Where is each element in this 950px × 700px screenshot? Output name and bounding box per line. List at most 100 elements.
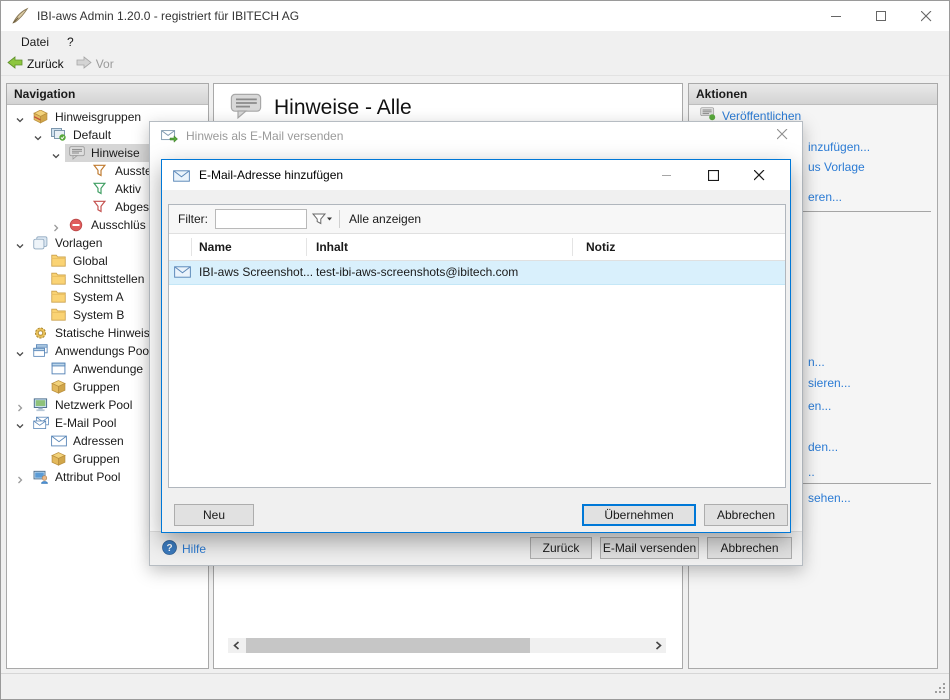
chevron-down-icon[interactable] <box>15 346 25 356</box>
folder-icon <box>51 308 67 322</box>
scroll-right-icon[interactable] <box>650 638 666 653</box>
action-duplizieren[interactable]: eren... <box>808 190 842 204</box>
close-button[interactable] <box>904 1 949 31</box>
scrollbar-track[interactable] <box>244 638 650 653</box>
envelope-send-icon <box>161 130 178 143</box>
action-link-1[interactable]: n... <box>808 355 825 369</box>
application-icon <box>51 362 67 376</box>
new-button[interactable]: Neu <box>174 504 254 526</box>
show-all-toggle[interactable]: Alle anzeigen <box>349 212 421 226</box>
action-link-3[interactable]: en... <box>808 399 831 413</box>
column-divider <box>191 238 192 256</box>
chevron-right-icon[interactable] <box>15 472 25 482</box>
action-link-2[interactable]: sieren... <box>808 376 851 390</box>
notice-bubble-icon <box>69 146 85 160</box>
navigation-header: Navigation <box>7 84 208 105</box>
column-divider <box>572 238 573 256</box>
column-divider <box>306 238 307 256</box>
chevron-right-icon[interactable] <box>15 400 25 410</box>
filter-divider <box>339 210 340 228</box>
minimize-button[interactable] <box>814 1 859 31</box>
apply-button[interactable]: Übernehmen <box>582 504 696 526</box>
envelope-icon <box>173 169 190 181</box>
static-notice-icon <box>33 326 49 340</box>
chevron-down-icon[interactable] <box>51 148 61 158</box>
funnel-orange-icon <box>93 164 109 178</box>
filter-bar: Filter: Alle anzeigen <box>169 205 785 234</box>
column-header-name[interactable]: Name <box>199 240 232 254</box>
attribute-pool-icon <box>33 470 49 484</box>
menu-help[interactable]: ? <box>58 35 83 49</box>
cancel-send-button[interactable]: Abbrechen <box>707 537 792 559</box>
add-dialog-title-bar: E-Mail-Adresse hinzufügen <box>162 160 790 190</box>
menu-datei[interactable]: Datei <box>1 35 58 49</box>
arrow-left-icon <box>7 56 23 72</box>
send-dialog-title: Hinweis als E-Mail versenden <box>186 129 343 143</box>
minimize-icon[interactable] <box>644 160 690 190</box>
app-window: IBI-aws Admin 1.20.0 - registriert für I… <box>0 0 950 700</box>
table-header: Name Inhalt Notiz <box>169 234 785 261</box>
folder-icon <box>51 290 67 304</box>
action-link-4[interactable]: den... <box>808 440 838 454</box>
add-dialog-title: E-Mail-Adresse hinzufügen <box>199 168 644 182</box>
chevron-right-icon[interactable] <box>51 220 61 230</box>
folder-icon <box>51 254 67 268</box>
filter-input[interactable] <box>215 209 307 229</box>
notice-bubble-icon <box>230 93 262 117</box>
close-icon[interactable] <box>736 160 782 190</box>
envelope-icon <box>174 266 191 278</box>
folder-icon <box>51 272 67 286</box>
arrow-right-icon <box>76 56 92 72</box>
chevron-down-icon[interactable] <box>15 238 25 248</box>
horizontal-scrollbar[interactable] <box>228 638 666 653</box>
close-icon[interactable] <box>762 127 802 145</box>
maximize-icon[interactable] <box>690 160 736 190</box>
row-inhalt: test-ibi-aws-screenshots@ibitech.com <box>316 265 518 279</box>
send-dialog-footer: ? Hilfe Zurück E-Mail versenden Abbreche… <box>150 531 802 565</box>
notice-group-icon <box>33 110 49 124</box>
filter-label: Filter: <box>178 212 208 226</box>
page-title: Hinweise - Alle <box>274 96 412 120</box>
templates-icon <box>33 236 49 250</box>
forward-label: Vor <box>96 57 114 71</box>
group-cube-icon <box>51 452 67 466</box>
maximize-button[interactable] <box>859 1 904 31</box>
chevron-down-icon[interactable] <box>15 418 25 428</box>
action-aus-vorlage[interactable]: us Vorlage <box>808 160 865 174</box>
help-link[interactable]: ? Hilfe <box>162 540 206 558</box>
back-label: Zurück <box>27 57 64 71</box>
address-table: Filter: Alle anzeigen Name Inhalt Notiz <box>168 204 786 488</box>
cancel-add-button[interactable]: Abbrechen <box>704 504 788 526</box>
mail-pool-icon <box>33 416 49 430</box>
column-header-inhalt[interactable]: Inhalt <box>316 240 348 254</box>
chevron-down-icon[interactable] <box>33 130 43 140</box>
actions-header: Aktionen <box>689 84 937 105</box>
window-title: IBI-aws Admin 1.20.0 - registriert für I… <box>37 9 299 23</box>
back-button[interactable]: Zurück <box>1 56 70 72</box>
action-ansehen[interactable]: sehen... <box>808 491 851 505</box>
action-hinzufuegen[interactable]: inzufügen... <box>808 140 870 154</box>
resize-grip[interactable] <box>935 681 946 692</box>
table-row[interactable]: IBI-aws Screenshot... test-ibi-aws-scree… <box>169 261 785 285</box>
envelope-icon <box>51 434 67 448</box>
filter-funnel-dropdown-icon[interactable] <box>311 212 333 226</box>
action-link-5[interactable]: .. <box>808 465 815 479</box>
forward-button[interactable]: Vor <box>70 56 120 72</box>
chevron-down-icon[interactable] <box>15 112 25 122</box>
send-email-button[interactable]: E-Mail versenden <box>600 537 699 559</box>
scrollbar-thumb[interactable] <box>246 638 530 653</box>
scroll-left-icon[interactable] <box>228 638 244 653</box>
row-name: IBI-aws Screenshot... <box>199 265 313 279</box>
help-icon: ? <box>162 540 177 558</box>
exclusion-icon <box>69 218 85 232</box>
column-header-notiz[interactable]: Notiz <box>586 240 615 254</box>
svg-text:?: ? <box>166 543 172 554</box>
network-icon <box>33 398 49 412</box>
toolbar: Zurück Vor <box>1 53 949 76</box>
environment-check-icon <box>51 128 67 142</box>
group-cube-icon <box>51 380 67 394</box>
application-pool-icon <box>33 344 49 358</box>
back-step-button[interactable]: Zurück <box>530 537 592 559</box>
title-bar: IBI-aws Admin 1.20.0 - registriert für I… <box>1 1 949 31</box>
funnel-red-icon <box>93 200 109 214</box>
